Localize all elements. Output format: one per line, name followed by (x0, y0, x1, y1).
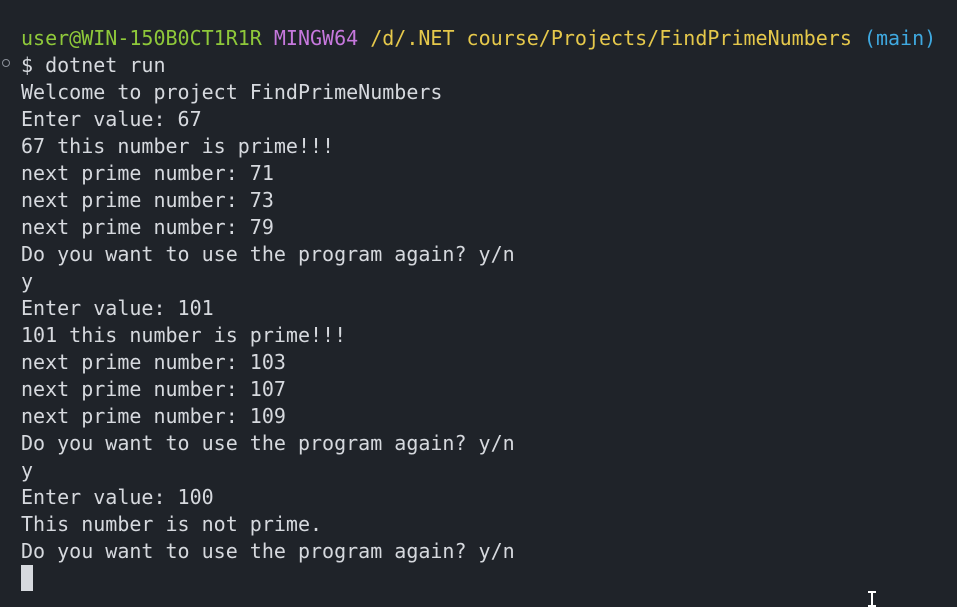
prompt-branch: (main) (863, 26, 937, 50)
output-line: Welcome to project FindPrimeNumbers (21, 80, 443, 104)
command-line: $ dotnet run (21, 53, 166, 77)
output-line: next prime number: 109 (21, 404, 286, 428)
prompt-path: /d/.NET course/Projects/FindPrimeNumbers (370, 26, 852, 50)
output-line: next prime number: 107 (21, 377, 286, 401)
output-line: Enter value: 100 (21, 485, 214, 509)
output-line: next prime number: 103 (21, 350, 286, 374)
output-line: Do you want to use the program again? y/… (21, 539, 515, 563)
terminal-panel[interactable]: user@WIN-150B0CT1R1R MINGW64 /d/.NET cou… (0, 0, 957, 607)
output-line: This number is not prime. (21, 512, 323, 536)
output-line: next prime number: 73 (21, 188, 274, 212)
prompt-user: user@WIN-150B0CT1R1R (21, 26, 262, 50)
prompt-mingw: MINGW64 (273, 26, 359, 50)
output-line: next prime number: 79 (21, 215, 274, 239)
output-line: 67 this number is prime!!! (21, 134, 335, 158)
command-decoration-icon[interactable] (2, 59, 10, 67)
output-line: next prime number: 71 (21, 161, 274, 185)
output-line: y (21, 458, 34, 482)
output-line: 101 this number is prime!!! (21, 323, 347, 347)
output-line: y (21, 269, 34, 293)
output-line: Do you want to use the program again? y/… (21, 431, 515, 455)
output-line: Do you want to use the program again? y/… (21, 242, 515, 266)
output-line: Enter value: 101 (21, 296, 214, 320)
ibeam-pointer-icon (867, 591, 877, 607)
terminal-cursor[interactable] (21, 565, 33, 591)
prompt-line: user@WIN-150B0CT1R1R MINGW64 /d/.NET cou… (21, 25, 936, 52)
output-line: Enter value: 67 (21, 107, 202, 131)
